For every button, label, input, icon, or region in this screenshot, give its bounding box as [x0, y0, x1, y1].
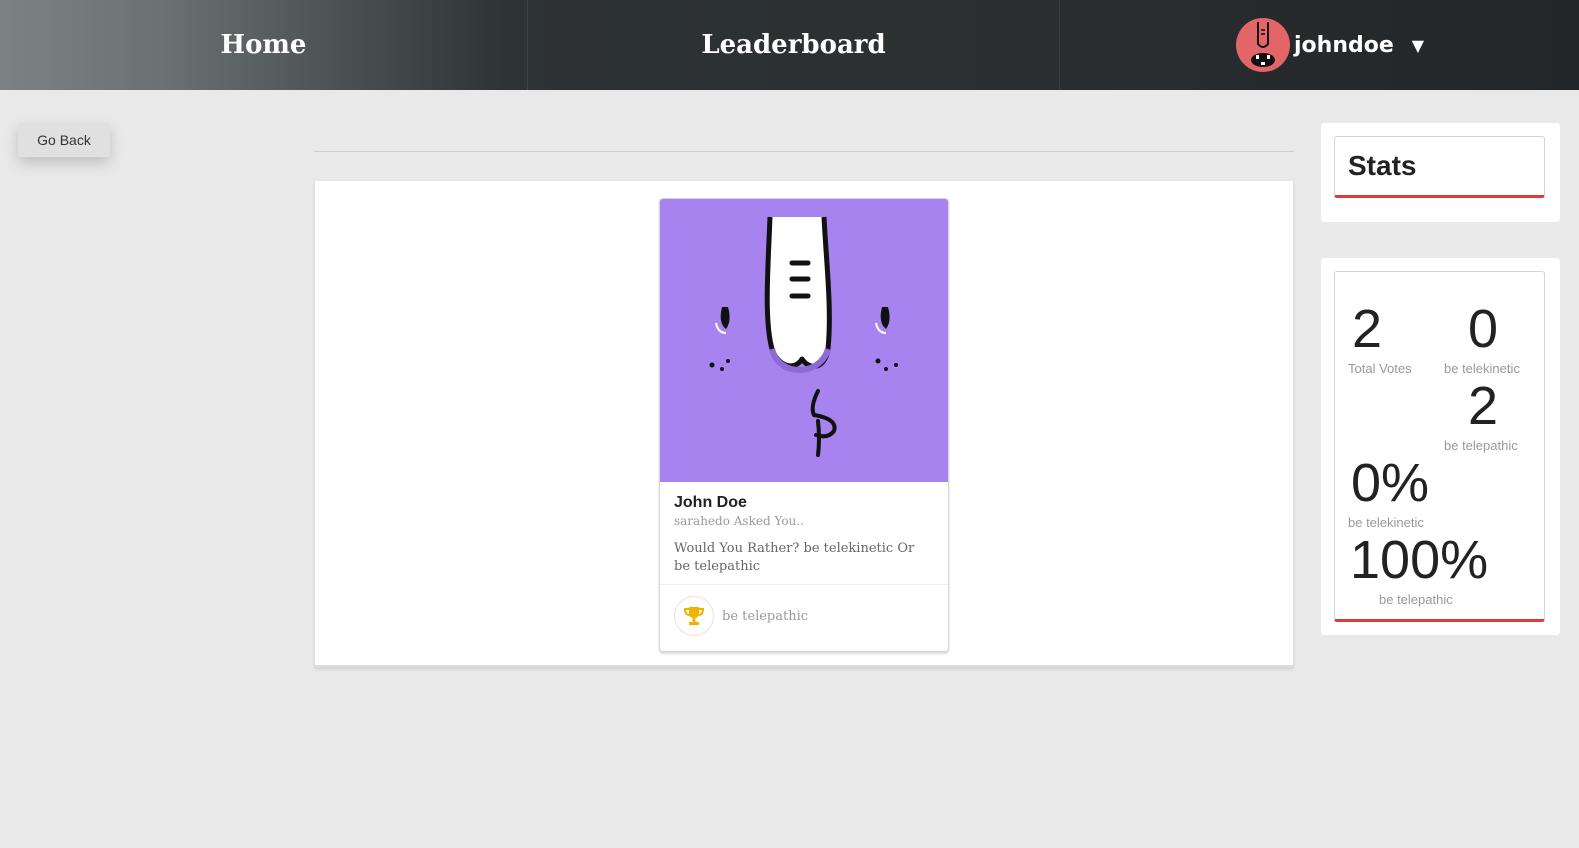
user-menu[interactable]: johndoe ▼: [1060, 0, 1579, 90]
divider: [314, 151, 1294, 152]
stats-header-panel: Stats: [1321, 123, 1560, 222]
nav-home-label: Home: [220, 30, 307, 60]
trophy-icon: [683, 607, 705, 625]
question-card-image: [660, 199, 948, 482]
option-two-percent-value: 100%: [1350, 530, 1489, 590]
option-one-votes-value: 0: [1468, 299, 1499, 359]
stats-header: Stats: [1334, 136, 1545, 198]
go-back-button[interactable]: Go Back: [18, 123, 110, 157]
option-two-percent-label: be telepathic: [1379, 592, 1453, 607]
stats-title: Stats: [1348, 150, 1417, 181]
author-name: John Doe: [674, 494, 747, 511]
avatar: [1236, 18, 1290, 72]
option-one-votes-label: be telekinetic: [1444, 361, 1520, 376]
option-one-percent-label: be telekinetic: [1348, 515, 1424, 530]
question-card: John Doe sarahedo Asked You.. Would You …: [659, 198, 949, 652]
stats-content: 2 Total Votes 0 be telekinetic 2 be tele…: [1334, 271, 1545, 622]
answer-text: be telepathic: [722, 608, 809, 624]
nav-home-link[interactable]: Home: [0, 0, 528, 90]
total-votes-value: 2: [1352, 299, 1383, 359]
avatar-face-icon: [1251, 22, 1275, 67]
nav-leaderboard-link[interactable]: Leaderboard: [528, 0, 1060, 90]
username-label: johndoe: [1294, 32, 1394, 58]
monster-face-icon: [709, 216, 898, 457]
option-two-votes-label: be telepathic: [1444, 438, 1518, 453]
top-nav: Home Leaderboard johndoe ▼: [0, 0, 1579, 90]
stats-panel: 2 Total Votes 0 be telekinetic 2 be tele…: [1321, 258, 1560, 635]
total-votes-label: Total Votes: [1348, 361, 1412, 376]
question-text: Would You Rather? be telekinetic Or be t…: [674, 541, 915, 574]
trophy-badge: [674, 596, 714, 636]
option-one-percent-value: 0%: [1351, 453, 1430, 513]
chevron-down-icon[interactable]: ▼: [1412, 36, 1424, 55]
answer-row: be telepathic: [660, 585, 948, 647]
question-card-body: John Doe sarahedo Asked You.. Would You …: [660, 482, 948, 585]
option-two-votes-value: 2: [1468, 376, 1499, 436]
nav-leaderboard-label: Leaderboard: [701, 30, 886, 60]
asked-by-text: sarahedo Asked You..: [674, 514, 804, 528]
